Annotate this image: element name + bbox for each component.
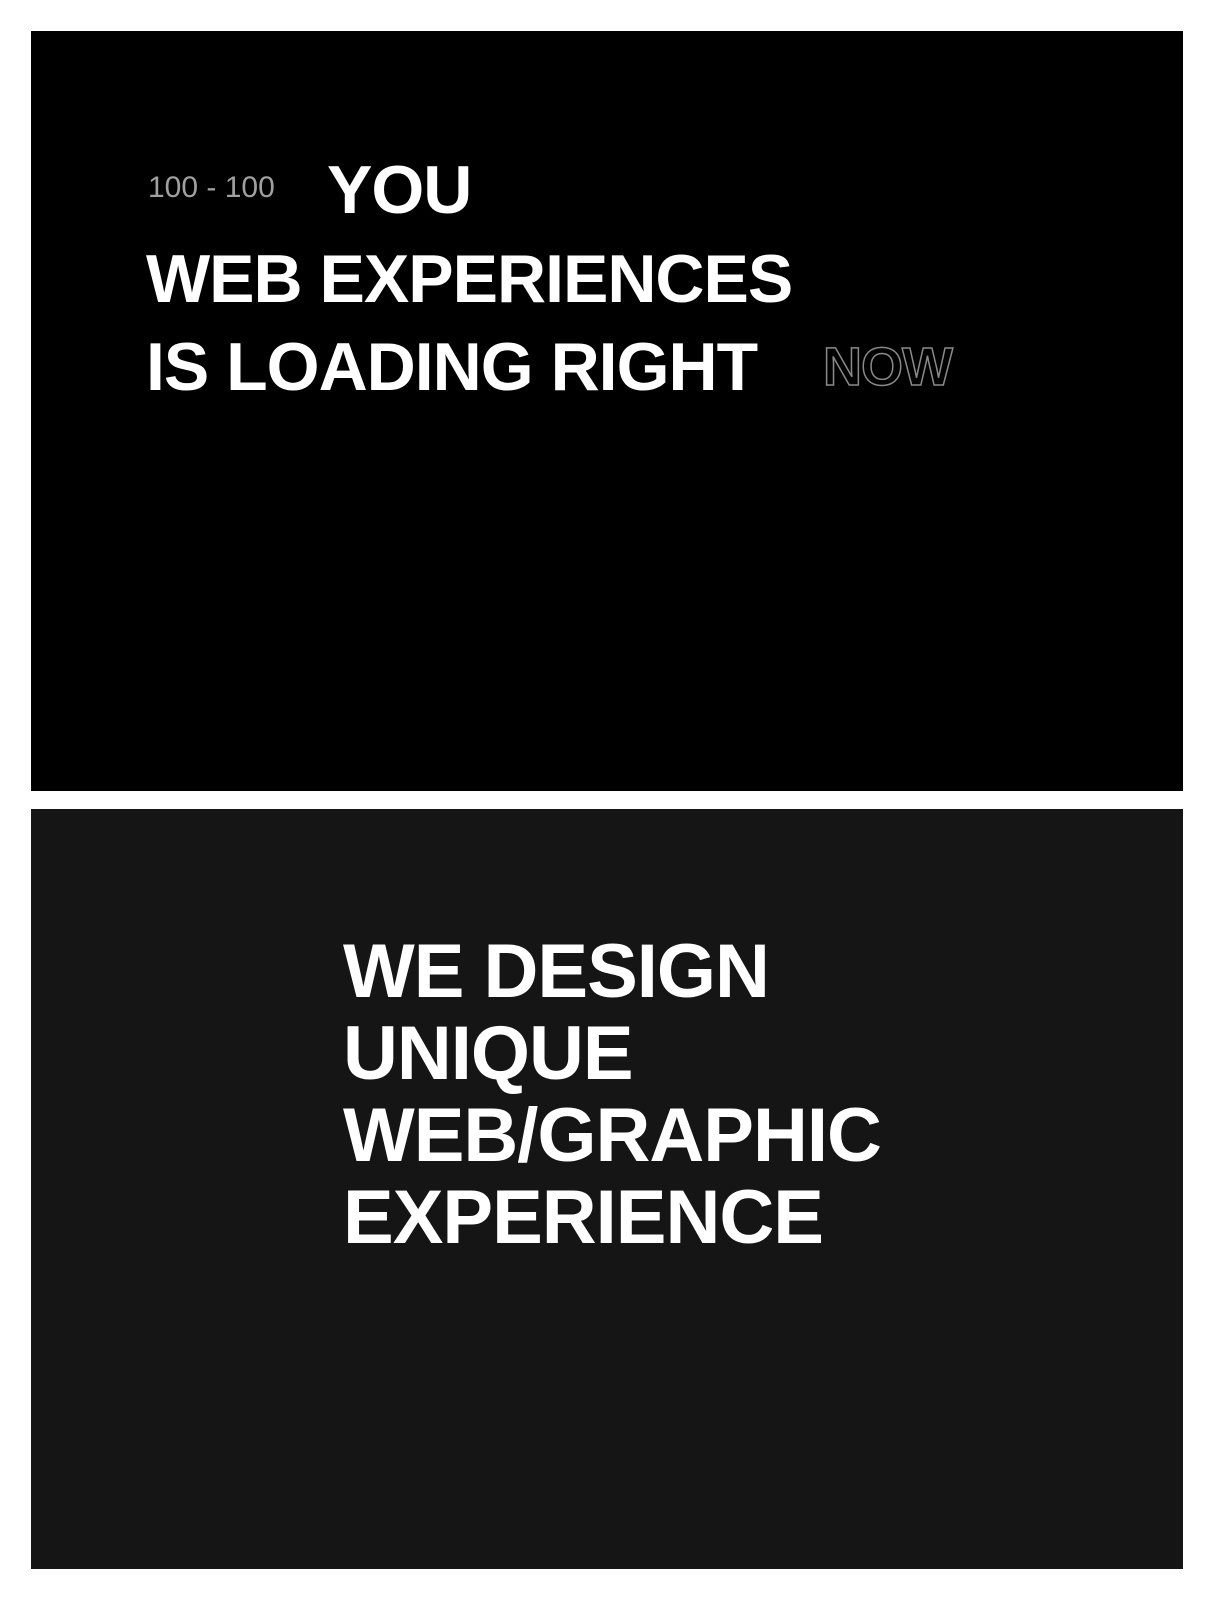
loading-outline-word: NOW <box>822 337 953 397</box>
loading-text-line-1: YOU <box>327 152 472 228</box>
hero-line-3: WEB/GRAPHIC <box>343 1093 882 1178</box>
loading-text-line-2: WEB EXPERIENCES <box>146 241 793 317</box>
hero-headline: WE DESIGN UNIQUE WEB/GRAPHIC EXPERIENCE <box>343 929 882 1260</box>
loading-counter: 100 - 100 <box>148 171 275 204</box>
hero-line-2: UNIQUE <box>343 1011 634 1096</box>
hero-line-1: WE DESIGN <box>343 929 770 1014</box>
loading-screen: 100 - 100 YOU WEB EXPERIENCES IS LOADING… <box>31 31 1183 791</box>
hero-screen: WE DESIGN UNIQUE WEB/GRAPHIC EXPERIENCE <box>31 809 1183 1569</box>
loading-text-line-3: IS LOADING RIGHT <box>146 329 758 405</box>
hero-line-4: EXPERIENCE <box>343 1175 824 1260</box>
